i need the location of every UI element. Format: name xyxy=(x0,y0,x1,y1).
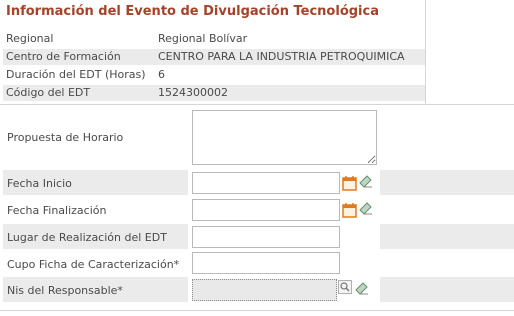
info-label: Regional xyxy=(6,32,54,45)
info-value: CENTRO PARA LA INDUSTRIA PETROQUIMICA xyxy=(158,50,405,63)
eraser-icon[interactable] xyxy=(358,199,374,215)
info-label: Código del EDT xyxy=(6,86,91,99)
info-label: Duración del EDT (Horas) xyxy=(6,68,146,81)
eraser-icon[interactable] xyxy=(358,172,374,188)
lugar-input[interactable] xyxy=(192,226,340,248)
fecha-inicio-label: Fecha Inicio xyxy=(7,177,72,190)
cupo-label: Cupo Ficha de Caracterización* xyxy=(7,258,180,271)
info-label: Centro de Formación xyxy=(6,50,121,63)
section-title: Información del Evento de Divulgación Te… xyxy=(6,4,379,19)
nis-input[interactable] xyxy=(192,279,337,301)
fecha-inicio-input[interactable] xyxy=(192,172,340,194)
nis-label: Nis del Responsable* xyxy=(7,284,123,297)
fecha-finalizacion-label: Fecha Finalización xyxy=(7,204,107,217)
info-value: 6 xyxy=(158,68,165,81)
eraser-icon[interactable] xyxy=(354,279,370,295)
calendar-icon[interactable] xyxy=(342,175,359,192)
info-value: Regional Bolívar xyxy=(158,32,248,45)
fecha-finalizacion-input[interactable] xyxy=(192,199,340,221)
info-row-duracion: Duración del EDT (Horas) 6 xyxy=(3,67,425,83)
search-icon[interactable] xyxy=(338,280,352,294)
divider xyxy=(0,310,514,311)
row-shade xyxy=(380,277,514,302)
propuesta-horario-textarea[interactable] xyxy=(192,110,377,165)
propuesta-horario-label: Propuesta de Horario xyxy=(7,131,124,144)
info-row-regional: Regional Regional Bolívar xyxy=(3,31,425,47)
info-row-codigo: Código del EDT 1524300002 xyxy=(3,85,425,101)
row-shade xyxy=(380,170,514,195)
info-row-centro: Centro de Formación CENTRO PARA LA INDUS… xyxy=(3,49,425,65)
divider xyxy=(425,0,426,104)
calendar-icon[interactable] xyxy=(342,202,359,219)
info-value: 1524300002 xyxy=(158,86,228,99)
divider xyxy=(0,104,514,105)
lugar-label: Lugar de Realización del EDT xyxy=(7,231,167,244)
row-shade xyxy=(380,224,514,249)
cupo-input[interactable] xyxy=(192,252,340,274)
